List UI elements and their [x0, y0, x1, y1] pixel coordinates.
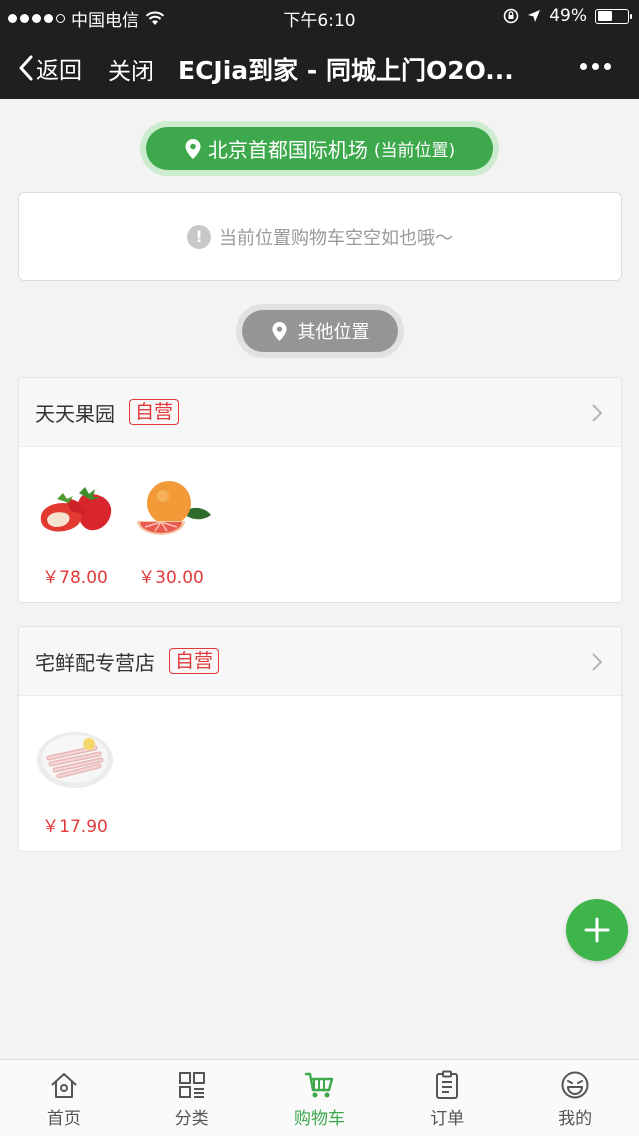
- battery-level: [597, 11, 612, 21]
- empty-cart-notice: ! 当前位置购物车空空如也哦～: [18, 192, 622, 281]
- self-operated-badge: 自营: [169, 648, 220, 674]
- nav-bar: 返回 关闭 ECJia到家 - 同城上门O2O...: [0, 33, 639, 99]
- more-menu-button[interactable]: [580, 63, 611, 70]
- tab-label: 分类: [174, 1109, 209, 1129]
- product-item[interactable]: ￥30.00: [131, 469, 211, 588]
- tab-order[interactable]: 订单: [383, 1060, 511, 1136]
- back-label: 返回: [36, 58, 82, 84]
- plus-icon: [584, 917, 610, 943]
- grapefruit-image: [131, 469, 211, 549]
- product-item[interactable]: ￥78.00: [35, 469, 115, 588]
- chevron-right-icon: [592, 653, 603, 671]
- map-pin-icon: [185, 138, 201, 159]
- bottom-tab-bar: 首页 分类 购物车 订单 我的: [0, 1059, 639, 1136]
- tab-label: 我的: [558, 1109, 593, 1129]
- more-dot: [592, 63, 599, 70]
- strawberry-image: [35, 469, 115, 549]
- tab-label: 购物车: [293, 1109, 345, 1129]
- status-bar-right: 49%: [503, 6, 632, 26]
- battery-percent: 49%: [549, 6, 587, 26]
- store-card: 天天果园 自营 ￥78.00 ￥30.00: [18, 377, 622, 603]
- rotation-lock-icon: [503, 8, 519, 24]
- product-item[interactable]: ￥17.90: [35, 718, 115, 837]
- self-operated-badge: 自营: [129, 399, 180, 425]
- location-arrow-icon: [528, 10, 541, 22]
- exclamation-icon: !: [187, 224, 211, 249]
- more-dot: [580, 63, 587, 70]
- other-location-pill: 其他位置: [242, 310, 398, 352]
- product-list: ￥17.90: [19, 696, 621, 837]
- order-icon: [436, 1070, 459, 1099]
- add-button[interactable]: [566, 899, 628, 961]
- tab-label: 订单: [430, 1109, 465, 1129]
- store-header[interactable]: 天天果园 自营: [19, 378, 621, 447]
- tab-profile[interactable]: 我的: [511, 1060, 639, 1136]
- chevron-left-icon: [19, 55, 33, 81]
- home-icon: [51, 1073, 77, 1098]
- product-list: ￥78.00 ￥30.00: [19, 447, 621, 588]
- empty-cart-message: 当前位置购物车空空如也哦～: [219, 227, 453, 249]
- store-header[interactable]: 宅鲜配专营店 自营: [19, 627, 621, 696]
- current-location-selector[interactable]: 北京首都国际机场 (当前位置): [140, 121, 499, 176]
- other-location-label: 其他位置: [297, 322, 370, 343]
- product-price: ￥30.00: [138, 568, 204, 588]
- product-price: ￥17.90: [42, 817, 108, 837]
- more-dot: [604, 63, 611, 70]
- close-button[interactable]: 关闭: [108, 52, 154, 86]
- tab-label: 首页: [46, 1109, 81, 1129]
- category-icon: [178, 1072, 205, 1098]
- store-name: 天天果园: [35, 401, 115, 426]
- shrimp-plate-image: [35, 718, 115, 798]
- store-card: 宅鲜配专营店 自营 ￥17.90: [18, 626, 622, 852]
- product-price: ￥78.00: [42, 568, 108, 588]
- current-location-pill: 北京首都国际机场 (当前位置): [146, 127, 493, 170]
- battery-icon: [595, 8, 632, 24]
- current-location-tag: (当前位置): [373, 141, 456, 161]
- profile-icon: [561, 1071, 589, 1099]
- other-location-selector[interactable]: 其他位置: [236, 304, 404, 358]
- back-button[interactable]: 返回: [18, 51, 82, 85]
- cart-icon: [305, 1072, 334, 1098]
- tab-category[interactable]: 分类: [128, 1060, 256, 1136]
- current-location-name: 北京首都国际机场: [207, 138, 368, 162]
- page-title: ECJia到家 - 同城上门O2O...: [178, 56, 514, 85]
- tab-home[interactable]: 首页: [0, 1060, 128, 1136]
- store-name: 宅鲜配专营店: [35, 650, 155, 675]
- tab-cart[interactable]: 购物车: [256, 1060, 384, 1136]
- status-bar: 中国电信 下午6:10 49%: [0, 0, 639, 33]
- chevron-right-icon: [592, 404, 603, 422]
- map-pin-icon: [271, 321, 287, 341]
